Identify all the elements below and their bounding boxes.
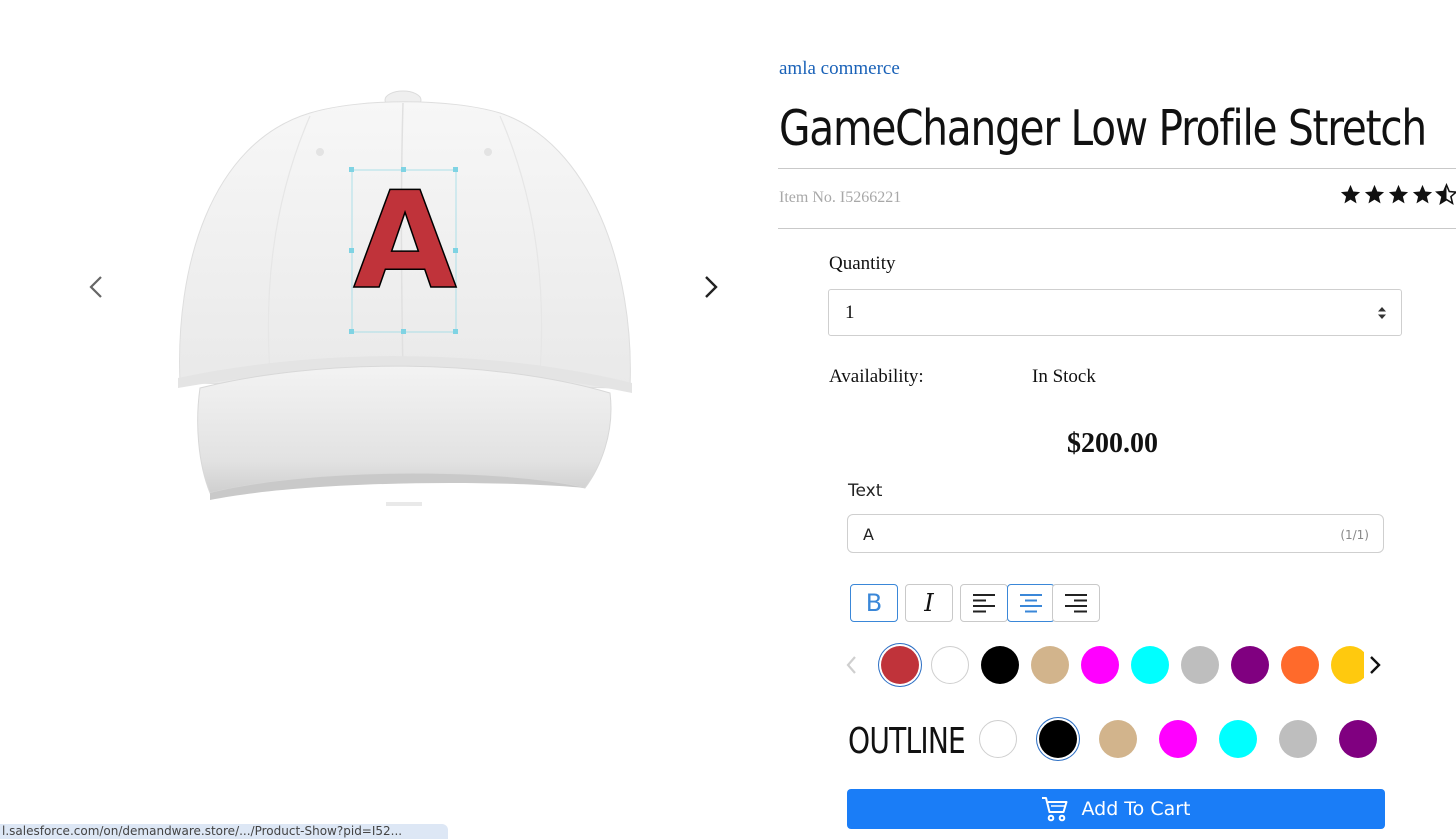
outline-color-swatch[interactable] xyxy=(1099,720,1137,758)
divider xyxy=(778,228,1456,229)
quantity-label: Quantity xyxy=(829,253,896,274)
text-color-swatch[interactable] xyxy=(931,646,969,684)
preview-letter: A xyxy=(352,163,457,319)
gallery-next-button[interactable] xyxy=(696,270,726,304)
text-color-swatch[interactable] xyxy=(1081,646,1119,684)
align-right-icon xyxy=(1065,594,1087,613)
star-icon xyxy=(1364,184,1385,204)
chevron-right-icon xyxy=(705,276,718,298)
chevron-left-icon xyxy=(89,276,102,298)
text-color-swatch[interactable] xyxy=(1181,646,1219,684)
italic-icon: I xyxy=(924,589,934,617)
custom-text-value: A xyxy=(863,525,874,544)
outline-color-swatch[interactable] xyxy=(1159,720,1197,758)
gallery-prev-button[interactable] xyxy=(82,270,112,304)
custom-text-input[interactable]: A (1/1) xyxy=(847,514,1384,553)
product-gallery: A xyxy=(0,0,760,560)
cart-icon xyxy=(1042,797,1068,822)
bold-icon: B xyxy=(865,589,883,617)
item-number: Item No. I5266221 xyxy=(779,189,902,206)
outline-color-swatch[interactable] xyxy=(979,720,1017,758)
bold-button[interactable]: B xyxy=(850,584,898,622)
star-icon xyxy=(1340,184,1361,204)
availability-value: In Stock xyxy=(1032,366,1096,387)
text-color-swatch[interactable] xyxy=(981,646,1019,684)
text-field-label: Text xyxy=(848,481,883,501)
italic-button[interactable]: I xyxy=(905,584,953,622)
align-center-button[interactable] xyxy=(1007,584,1055,622)
quantity-select[interactable]: 1 xyxy=(828,289,1402,336)
text-color-swatch[interactable] xyxy=(1131,646,1169,684)
align-right-button[interactable] xyxy=(1052,584,1100,622)
product-price: $200.00 xyxy=(1067,428,1158,459)
align-left-icon xyxy=(973,594,995,613)
preview-text-layer[interactable]: A xyxy=(352,163,457,319)
text-color-swatch[interactable] xyxy=(1331,646,1364,684)
color-next-button[interactable] xyxy=(1366,651,1384,679)
outline-label: OUTLINE xyxy=(848,721,966,762)
availability-label: Availability: xyxy=(829,366,924,387)
outline-color-swatch[interactable] xyxy=(1279,720,1317,758)
outline-color-swatch[interactable] xyxy=(1219,720,1257,758)
star-icon xyxy=(1388,184,1409,204)
text-line-counter: (1/1) xyxy=(1340,528,1369,542)
outline-color-swatch[interactable] xyxy=(1339,720,1377,758)
text-color-swatch[interactable] xyxy=(1281,646,1319,684)
chevron-right-icon xyxy=(1370,656,1381,674)
outline-color-swatch[interactable] xyxy=(1039,720,1077,758)
star-rating xyxy=(1339,183,1456,206)
star-icon xyxy=(1412,184,1433,204)
text-color-swatch[interactable] xyxy=(881,646,919,684)
align-center-icon xyxy=(1020,594,1042,613)
chevron-left-icon xyxy=(846,656,856,674)
product-image: A xyxy=(170,88,640,518)
add-to-cart-button[interactable]: Add To Cart xyxy=(847,789,1385,829)
text-color-swatch[interactable] xyxy=(1231,646,1269,684)
product-title: GameChanger Low Profile Stretch xyxy=(779,100,1427,157)
slide-indicator[interactable] xyxy=(386,502,422,506)
color-prev-button[interactable] xyxy=(843,651,861,679)
select-caret-icon xyxy=(1378,307,1386,319)
quantity-value: 1 xyxy=(845,302,855,323)
text-color-swatch[interactable] xyxy=(1031,646,1069,684)
star-half-icon xyxy=(1435,183,1456,205)
browser-status-url: l.salesforce.com/on/demandware.store/...… xyxy=(0,824,448,839)
divider xyxy=(778,168,1456,169)
add-to-cart-label: Add To Cart xyxy=(1081,798,1191,820)
align-left-button[interactable] xyxy=(960,584,1008,622)
brand-link[interactable]: amla commerce xyxy=(779,58,900,80)
